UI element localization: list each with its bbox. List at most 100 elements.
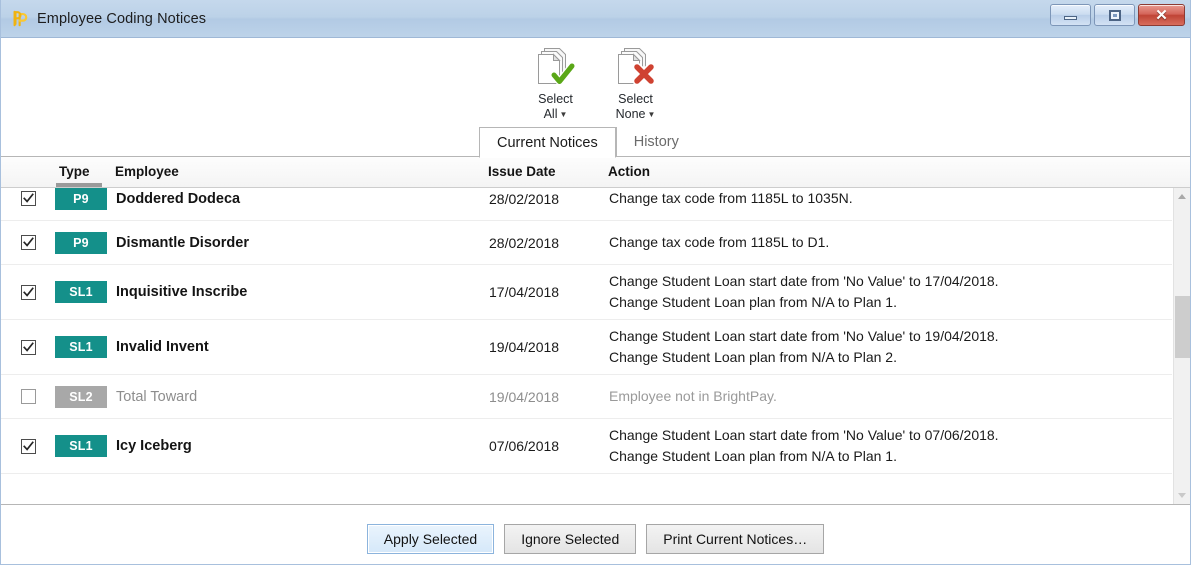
close-icon: ✕ [1155, 6, 1168, 24]
select-none-chevron-down-icon[interactable]: ▼ [647, 110, 655, 119]
check-icon [22, 193, 34, 203]
select-all-label: Select All ▼ [538, 92, 573, 122]
sort-indicator [56, 183, 102, 187]
table-row[interactable]: SL1 Inquisitive Inscribe 17/04/2018 Change … [1, 265, 1172, 320]
row-checkbox[interactable] [20, 438, 36, 454]
row-checkbox[interactable] [20, 389, 36, 404]
row-action-line: Change Student Loan start date from 'No … [609, 328, 999, 344]
row-employee-name: Doddered Dodeca [116, 190, 241, 207]
select-all-line2: All [543, 107, 558, 121]
table-row[interactable]: P9 Doddered Dodeca 28/02/2018 Change tax co… [1, 188, 1172, 221]
table-row[interactable]: SL1 Icy Iceberg 07/06/2018 Change Student L… [1, 419, 1172, 474]
apply-selected-button[interactable]: Apply Selected [366, 524, 495, 554]
row-action-text: Change Student Loan start date from 'No … [609, 425, 1172, 467]
triangle-down-icon [1178, 493, 1186, 498]
row-action-text: Change Student Loan start date from 'No … [609, 271, 1172, 313]
notices-table: P9 Doddered Dodeca 28/02/2018 Change tax co… [1, 188, 1190, 505]
minimize-button[interactable] [1050, 4, 1091, 26]
select-none-line2: None [615, 107, 646, 121]
row-issue-date: 19/04/2018 [489, 339, 560, 355]
table-row[interactable]: SL1 Invalid Invent 19/04/2018 Change Studen… [1, 320, 1172, 375]
row-action-text: Employee not in BrightPay. [609, 386, 1172, 407]
row-checkbox[interactable] [20, 339, 36, 355]
check-icon [22, 341, 34, 352]
select-all-chevron-down-icon[interactable]: ▼ [559, 110, 567, 119]
scroll-up-button[interactable] [1174, 188, 1190, 205]
status-badge: SL2 [55, 385, 107, 408]
tab-history[interactable]: History [615, 127, 696, 157]
minimize-icon [1064, 16, 1077, 20]
column-header-type[interactable]: Type [59, 164, 90, 179]
row-action-line: Change Student Loan start date from 'No … [609, 427, 999, 443]
check-icon [22, 286, 34, 297]
close-button[interactable]: ✕ [1138, 4, 1185, 26]
row-type-cell: SL1 [55, 435, 115, 457]
status-badge: SL1 [55, 435, 107, 457]
ignore-selected-button[interactable]: Ignore Selected [504, 524, 637, 554]
row-action-line: Change Student Loan plan from N/A to Pla… [609, 448, 897, 464]
row-issue-date: 17/04/2018 [489, 284, 560, 300]
table-header: Type Employee Issue Date Action [1, 157, 1190, 188]
tab-current-notices[interactable]: Current Notices [479, 127, 616, 158]
print-current-notices-button[interactable]: Print Current Notices… [646, 524, 825, 554]
documents-check-icon [537, 48, 576, 86]
footer-actions: Apply Selected Ignore Selected Print Cur… [1, 505, 1190, 564]
row-type-cell: SL1 [55, 336, 115, 358]
tab-strip: Current Notices History [1, 126, 1190, 158]
row-checkbox[interactable] [20, 284, 36, 300]
row-checkbox[interactable] [20, 191, 36, 206]
row-select-cell [1, 438, 55, 454]
column-header-action[interactable]: Action [608, 164, 650, 179]
row-issue-date: 28/02/2018 [489, 190, 560, 207]
employee-coding-notices-window: Employee Coding Notices ✕ Select All ▼ S… [0, 0, 1191, 565]
row-employee-name: Invalid Invent [116, 339, 209, 355]
select-all-line1: Select [538, 92, 573, 106]
row-issue-date: 19/04/2018 [489, 388, 560, 405]
row-action-text: Change tax code from 1185L to 1035N. [609, 188, 1172, 209]
column-header-issue-date[interactable]: Issue Date [488, 164, 556, 179]
row-action-line: Change tax code from 1185L to 1035N. [609, 190, 853, 206]
row-type-cell: SL2 [55, 385, 115, 408]
table-row[interactable]: SL2 Total Toward 19/04/2018 Employee not in… [1, 375, 1172, 419]
row-action-line: Change Student Loan start date from 'No … [609, 273, 999, 289]
toolbar: Select All ▼ Select None ▼ [1, 38, 1190, 126]
vertical-scrollbar[interactable] [1173, 188, 1190, 504]
row-issue-date: 07/06/2018 [489, 438, 560, 454]
row-type-cell: SL1 [55, 281, 115, 303]
table-row[interactable]: P9 Dismantle Disorder 28/02/2018 Change tax… [1, 221, 1172, 265]
row-action-line: Change tax code from 1185L to D1. [609, 234, 830, 250]
row-select-cell [1, 235, 55, 250]
row-action-text: Change tax code from 1185L to D1. [609, 232, 1172, 253]
row-select-cell [1, 339, 55, 355]
row-select-cell [1, 191, 55, 206]
status-badge: SL1 [55, 281, 107, 303]
tab-current-notices-label: Current Notices [497, 134, 598, 151]
status-badge: P9 [55, 188, 107, 210]
window-title: Employee Coding Notices [37, 10, 207, 27]
brightpay-logo-icon [13, 10, 28, 26]
row-employee-name: Inquisitive Inscribe [116, 284, 248, 300]
row-select-cell [1, 284, 55, 300]
row-action-line: Change Student Loan plan from N/A to Pla… [609, 349, 897, 365]
row-employee-name: Dismantle Disorder [116, 234, 249, 251]
row-type-cell: P9 [55, 188, 115, 210]
select-all-button[interactable]: Select All ▼ [525, 44, 587, 122]
status-badge: P9 [55, 231, 107, 254]
documents-x-icon [617, 48, 655, 86]
select-none-button[interactable]: Select None ▼ [605, 44, 667, 122]
scroll-down-button[interactable] [1174, 487, 1190, 504]
maximize-button[interactable] [1094, 4, 1135, 26]
row-type-cell: P9 [55, 231, 115, 254]
row-select-cell [1, 389, 55, 404]
row-employee-name: Total Toward [116, 388, 198, 405]
row-action-text: Change Student Loan start date from 'No … [609, 326, 1172, 368]
row-action-line: Change Student Loan plan from N/A to Pla… [609, 294, 897, 310]
select-none-label: Select None ▼ [616, 92, 656, 122]
check-icon [22, 237, 34, 247]
row-checkbox[interactable] [20, 235, 36, 250]
check-icon [22, 440, 34, 451]
status-badge: SL1 [55, 336, 107, 358]
column-header-employee[interactable]: Employee [115, 164, 179, 179]
scrollbar-thumb[interactable] [1175, 296, 1190, 358]
maximize-icon [1108, 9, 1121, 21]
